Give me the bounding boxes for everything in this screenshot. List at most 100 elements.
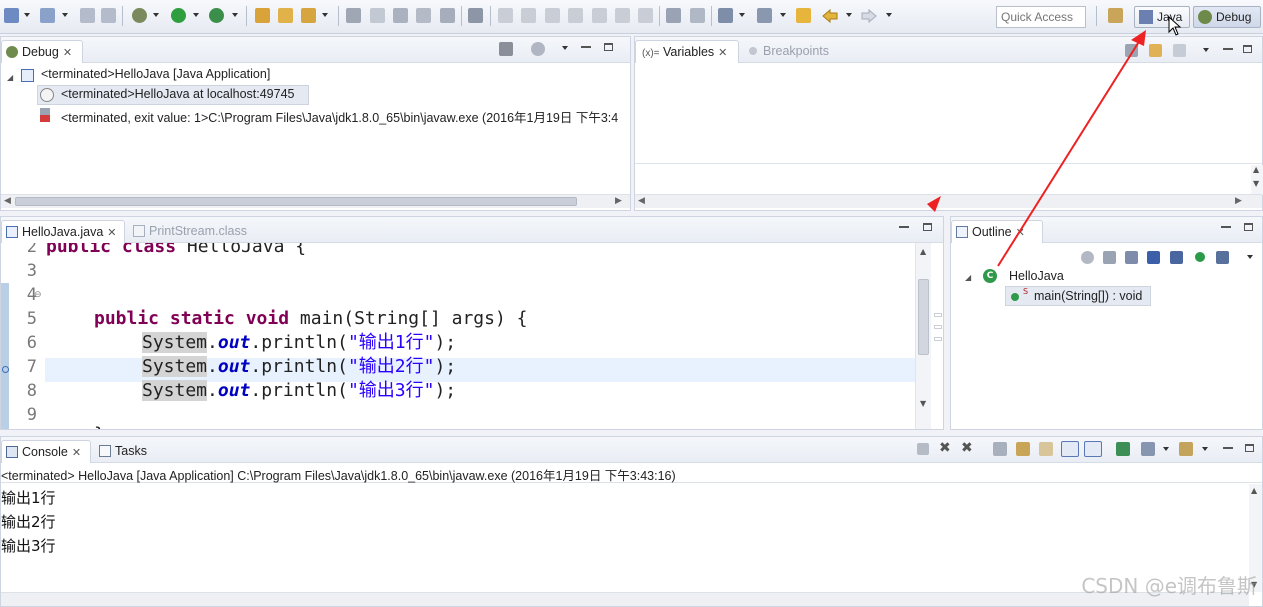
maximize-icon[interactable] xyxy=(923,223,932,231)
annotation-icon[interactable] xyxy=(690,8,705,23)
scrollbar-thumb[interactable] xyxy=(918,279,929,355)
suspend-icon[interactable] xyxy=(521,8,536,23)
block-selection-icon[interactable] xyxy=(393,8,408,23)
scroll-left-icon[interactable]: ◀ xyxy=(638,196,645,206)
close-icon[interactable]: ✕ xyxy=(1016,227,1025,239)
public-member-icon[interactable] xyxy=(1195,252,1205,262)
word-wrap-icon[interactable] xyxy=(416,8,431,23)
tab-breakpoints[interactable]: Breakpoints xyxy=(743,40,843,63)
tree-process[interactable]: <terminated, exit value: 1>C:\Program Fi… xyxy=(61,107,629,126)
skip-breakpoints-icon[interactable] xyxy=(468,8,483,23)
resume-icon[interactable] xyxy=(498,8,513,23)
scroll-down-icon[interactable]: ▼ xyxy=(1253,179,1259,188)
minimize-icon[interactable] xyxy=(581,46,591,48)
save-icon[interactable] xyxy=(80,8,95,23)
run-external-icon[interactable] xyxy=(209,8,224,23)
threads-icon[interactable] xyxy=(531,42,545,56)
hide-local-types-icon[interactable] xyxy=(1216,251,1229,264)
disconnect-icon[interactable] xyxy=(568,8,583,23)
maximize-icon[interactable] xyxy=(604,43,613,51)
close-icon[interactable]: ✕ xyxy=(63,47,72,59)
close-icon[interactable]: ✕ xyxy=(107,227,116,239)
collapse-all-icon[interactable] xyxy=(1173,44,1186,57)
scroll-up-icon[interactable]: ▲ xyxy=(920,247,926,256)
debug-bug-icon[interactable] xyxy=(132,8,147,23)
scroll-down-icon[interactable]: ▼ xyxy=(920,399,926,408)
maximize-icon[interactable] xyxy=(1243,45,1252,53)
scroll-left-icon[interactable]: ◀ xyxy=(4,196,11,206)
minimize-icon[interactable] xyxy=(1221,226,1231,228)
word-wrap-icon[interactable] xyxy=(1039,442,1053,456)
view-menu-icon[interactable] xyxy=(1203,48,1209,52)
outline-class[interactable]: HelloJava xyxy=(1009,269,1064,283)
display-selected-console-icon[interactable] xyxy=(1141,442,1155,456)
tab-variables[interactable]: (x)= Variables ✕ xyxy=(635,40,739,63)
view-menu-icon[interactable] xyxy=(1247,255,1253,259)
chevron-down-icon[interactable] xyxy=(153,13,159,17)
scroll-right-icon[interactable]: ▶ xyxy=(1235,196,1242,206)
sort-icon[interactable] xyxy=(1125,251,1138,264)
remove-all-terminated-icon[interactable]: ✖ xyxy=(961,440,973,456)
step-return-icon[interactable] xyxy=(638,8,653,23)
toggle-mark-icon[interactable] xyxy=(666,8,681,23)
overview-marker[interactable] xyxy=(934,313,942,317)
minimize-icon[interactable] xyxy=(1223,48,1233,50)
quick-access-input[interactable] xyxy=(996,6,1086,28)
show-type-names-icon[interactable] xyxy=(1125,44,1138,57)
previous-annotation-icon[interactable] xyxy=(757,8,772,23)
chevron-down-icon[interactable] xyxy=(780,13,786,17)
tab-outline[interactable]: Outline ✕ xyxy=(951,220,1043,243)
remove-all-terminated-icon[interactable] xyxy=(499,42,513,56)
tab-tasks[interactable]: Tasks xyxy=(95,440,159,463)
scroll-right-icon[interactable]: ▶ xyxy=(615,196,622,206)
chevron-down-icon[interactable] xyxy=(322,13,328,17)
next-annotation-icon[interactable] xyxy=(718,8,733,23)
toggle-breadcrumb-icon[interactable] xyxy=(346,8,361,23)
chevron-down-icon[interactable] xyxy=(739,13,745,17)
mark-occurrences-icon[interactable] xyxy=(370,8,385,23)
back-arrow-icon[interactable] xyxy=(822,9,838,23)
close-icon[interactable]: ✕ xyxy=(72,447,81,459)
horizontal-scrollbar[interactable]: ◀ ▶ xyxy=(1,194,630,208)
scroll-lock-icon[interactable] xyxy=(1016,442,1030,456)
overview-marker[interactable] xyxy=(934,337,942,341)
minimize-icon[interactable] xyxy=(1223,447,1233,449)
terminate-icon[interactable] xyxy=(545,8,560,23)
horizontal-scrollbar[interactable] xyxy=(1,592,1249,606)
show-whitespace-icon[interactable] xyxy=(440,8,455,23)
step-into-icon[interactable] xyxy=(592,8,607,23)
scrollbar-thumb[interactable] xyxy=(15,197,577,206)
hide-static-icon[interactable] xyxy=(1147,251,1160,264)
vertical-scrollbar[interactable]: ▲ ▼ xyxy=(1251,165,1263,195)
tab-printstream-class[interactable]: PrintStream.class xyxy=(129,220,255,243)
terminate-icon[interactable] xyxy=(917,443,929,455)
chevron-down-icon[interactable] xyxy=(886,13,892,17)
new-class-icon[interactable] xyxy=(301,8,316,23)
show-on-stdout-icon[interactable] xyxy=(1061,441,1079,457)
new-java-project-icon[interactable] xyxy=(255,8,270,23)
horizontal-scrollbar[interactable]: ◀ ▶ xyxy=(635,194,1262,208)
forward-arrow-icon[interactable] xyxy=(861,9,877,23)
remove-launch-icon[interactable]: ✖ xyxy=(939,440,951,456)
tree-launch-item[interactable]: <terminated>HelloJava [Java Application] xyxy=(41,67,270,81)
close-icon[interactable]: ✕ xyxy=(718,47,727,59)
new-package-icon[interactable] xyxy=(278,8,293,23)
tab-hellojava-java[interactable]: HelloJava.java ✕ xyxy=(1,220,125,243)
show-on-stderr-icon[interactable] xyxy=(1084,441,1102,457)
tree-debug-target[interactable]: <terminated>HelloJava at localhost:49745 xyxy=(61,87,294,101)
code-editor[interactable]: 2 3 4 ⊖ 5 6 7 8 9 public class HelloJava… xyxy=(1,243,943,429)
chevron-down-icon[interactable] xyxy=(1163,447,1169,451)
tree-expanded-icon[interactable]: ◢ xyxy=(7,73,13,82)
chevron-down-icon[interactable] xyxy=(62,13,68,17)
new-file-icon[interactable] xyxy=(40,8,55,23)
new-icon[interactable] xyxy=(4,8,19,23)
chevron-down-icon[interactable] xyxy=(846,13,852,17)
clear-console-icon[interactable] xyxy=(993,442,1007,456)
tree-expanded-icon[interactable]: ◢ xyxy=(965,273,971,282)
last-edit-location-icon[interactable] xyxy=(796,8,811,23)
open-perspective-icon[interactable] xyxy=(1108,8,1123,23)
debug-perspective-button[interactable]: Debug xyxy=(1193,6,1261,28)
overview-ruler[interactable] xyxy=(933,313,943,373)
tab-debug[interactable]: Debug ✕ xyxy=(1,40,83,63)
show-logical-structure-icon[interactable] xyxy=(1149,44,1162,57)
